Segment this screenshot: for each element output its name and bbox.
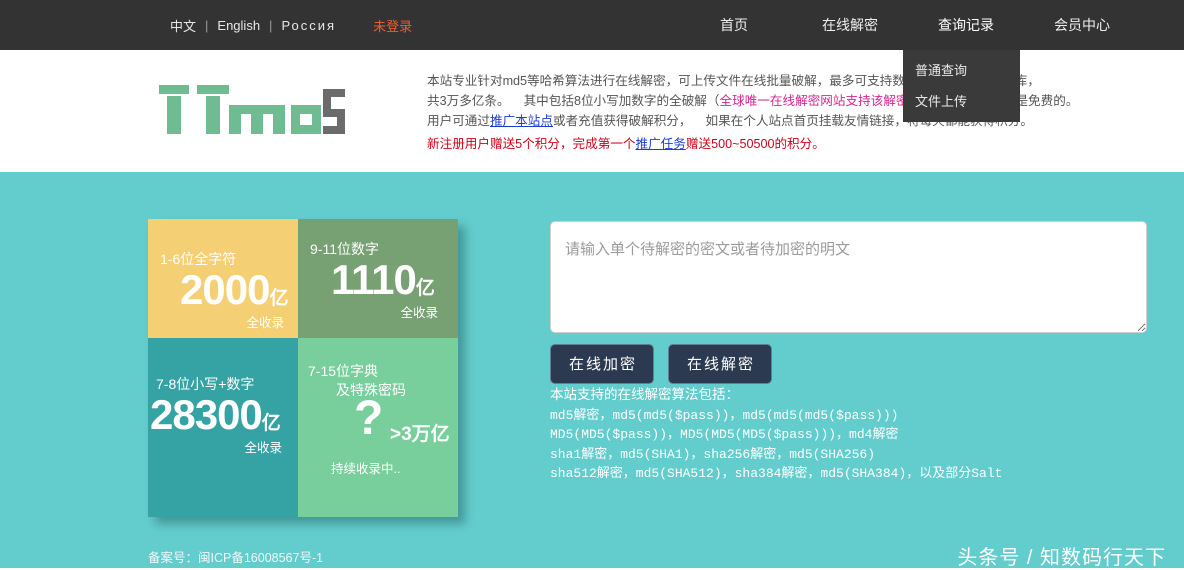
algorithm-line: sha512解密，md5(SHA512)，sha384解密，md5(SHA384… (550, 466, 1003, 481)
language-link-russian[interactable]: Россия (281, 18, 336, 33)
stat-tile-unit: 亿 (269, 288, 289, 309)
promote-site-link[interactable]: 推广本站点 (490, 114, 553, 128)
hash-input-textarea[interactable] (550, 221, 1147, 333)
stat-tile-unit: >3万亿 (390, 424, 450, 445)
site-description: 本站专业针对md5等哈希算法进行在线解密，可上传文件在线批量破解，最多可支持数万… (427, 71, 1172, 154)
nav-item-member-center[interactable]: 会员中心 (1024, 15, 1140, 35)
stat-tile-sublabel: 全收录 (400, 306, 438, 320)
site-logo[interactable] (157, 83, 347, 135)
dropdown-item-file-upload[interactable]: 文件上传 (903, 85, 1020, 116)
description-line-3-part-b: 或者充值获得破解积分， (552, 114, 692, 128)
algorithm-line: MD5(MD5($pass))，MD5(MD5(MD5($pass)))，md4… (550, 427, 899, 442)
stat-tile-sublabel: 全收录 (246, 316, 284, 330)
stat-tile-number: 2000 (180, 266, 270, 313)
watermark-text: 头条号 / 知数码行天下 (957, 547, 1166, 569)
action-button-row: 在线加密 在线解密 (550, 344, 773, 384)
stat-tile-unit: 亿 (415, 278, 435, 299)
icp-license-text: 备案号：闽ICP备16008567号-1 (148, 551, 324, 565)
stat-tile-value: 1110亿 (331, 256, 435, 304)
description-line-2: 共3万多亿条。 其中包括8位小写加数字的全破解（全球唯一在线解密网站支持该解密范围… (427, 91, 1172, 111)
stat-tile-sublabel: 全收录 (244, 441, 282, 455)
description-line-1: 本站专业针对md5等哈希算法进行在线解密，可上传文件在线批量破解，最多可支持数万… (427, 71, 1172, 91)
promotion-notice-part-b: 赠送500~50500的积分。 (685, 137, 825, 151)
description-line-3-part-a: 用户可通过 (427, 114, 490, 128)
promotion-notice-part-a: 新注册用户赠送5个积分，完成第一个 (427, 137, 636, 151)
online-encrypt-button[interactable]: 在线加密 (550, 344, 655, 384)
nav-item-query-records[interactable]: 查询记录 (908, 15, 1024, 35)
nav-item-home[interactable]: 首页 (676, 15, 792, 35)
supported-algorithms: 本站支持的在线解密算法包括： md5解密，md5(md5($pass))，md5… (550, 385, 1002, 484)
dropdown-item-normal-query[interactable]: 普通查询 (903, 54, 1020, 85)
query-records-dropdown-menu: 普通查询 文件上传 (903, 50, 1020, 122)
database-stats-tiles: 1-6位全字符 2000亿 全收录 9-11位数字 1110亿 全收录 7-8位… (148, 219, 458, 517)
stat-tile-value: 2000亿 (180, 266, 288, 314)
stat-tile-sublabel: 持续收录中.. (331, 462, 401, 476)
main-navigation: 首页 在线解密 查询记录 会员中心 (676, 0, 1140, 50)
stat-tile-number: 1110 (331, 256, 417, 303)
description-promotion-notice: 新注册用户赠送5个积分，完成第一个推广任务赠送500~50500的积分。 (427, 134, 1172, 154)
stat-tile-unit: 亿 (261, 413, 281, 434)
stat-tile-lowercase-digits: 7-8位小写+数字 28300亿 全收录 (148, 338, 298, 517)
description-line-2-part-b: 其中包括8位小写加数字的全破解（ (523, 94, 720, 108)
question-mark-icon: ? (354, 392, 384, 445)
stat-tile-value: 28300亿 (150, 391, 281, 439)
nav-item-online-decrypt[interactable]: 在线解密 (792, 15, 908, 35)
login-status-link[interactable]: 未登录 (373, 16, 412, 35)
description-highlight-unique-range: 全球唯一在线解密网站支持该解密范围 (719, 94, 934, 108)
language-link-chinese[interactable]: 中文 (170, 16, 196, 35)
algorithm-line: sha1解密，md5(SHA1)，sha256解密，md5(SHA256) (550, 446, 876, 462)
description-line-1-part-a: 本站专业针对md5等哈希算法进行在线解密，可上传文件在线批量破解，最多可支持数万… (427, 74, 931, 88)
top-navigation-bar: 中文 | English | Россия 未登录 首页 在线解密 查询记录 会… (0, 0, 1184, 50)
algorithms-title: 本站支持的在线解密算法包括： (550, 387, 739, 402)
language-separator-1: | (205, 17, 209, 33)
description-line-2-part-a: 共3万多亿条。 (427, 94, 510, 108)
promotion-task-link[interactable]: 推广任务 (636, 137, 686, 151)
stat-tile-number: 28300 (150, 391, 263, 438)
description-line-3: 用户可通过推广本站点或者充值获得破解积分， 如果在个人站点首页挂载友情链接，将每天… (427, 111, 1172, 131)
algorithm-line: md5解密，md5(md5($pass))，md5(md5(md5($pass)… (550, 407, 899, 423)
language-link-english[interactable]: English (217, 18, 260, 33)
language-switcher: 中文 | English | Россия 未登录 (170, 0, 412, 50)
online-decrypt-button[interactable]: 在线解密 (668, 344, 773, 384)
stat-tile-numeric-9-11: 9-11位数字 1110亿 全收录 (298, 219, 458, 338)
stat-tile-full-charset: 1-6位全字符 2000亿 全收录 (148, 219, 298, 338)
stat-tile-dictionary-special: 7-15位字典 及特殊密码 ? >3万亿 持续收录中.. (298, 338, 458, 517)
language-separator-2: | (269, 17, 273, 33)
stat-tile-label-first-line: 7-15位字典 (308, 363, 379, 379)
